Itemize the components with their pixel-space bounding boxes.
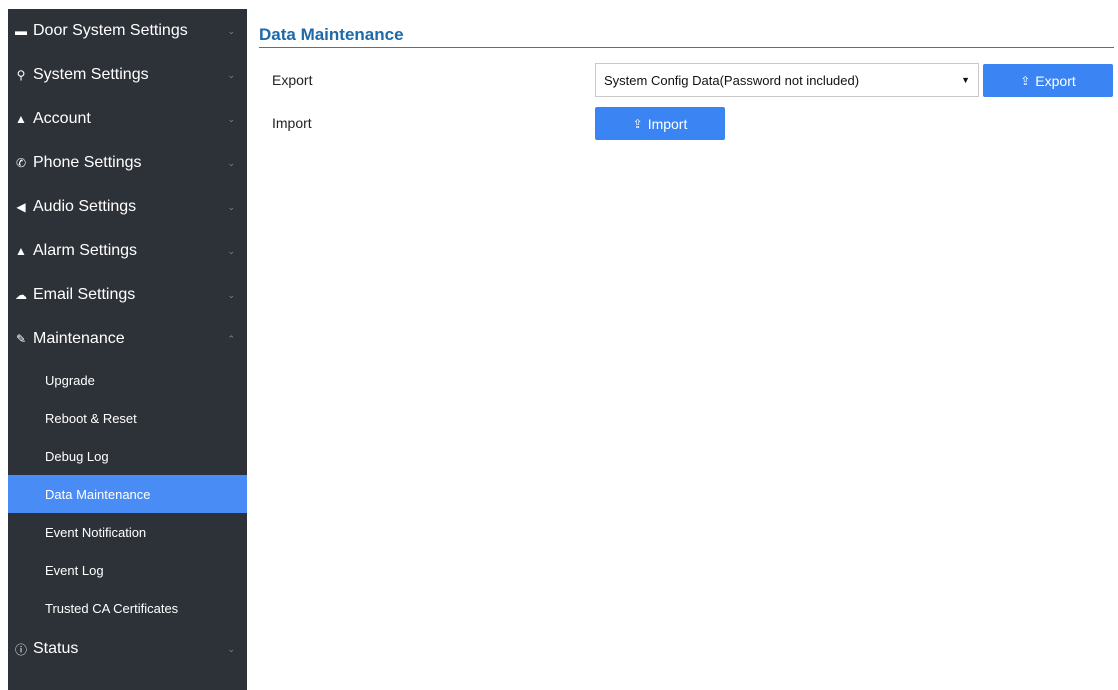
sidebar-item-door-system-settings[interactable]: ▬ Door System Settings ⌄ bbox=[8, 9, 247, 53]
key-icon: ⚲ bbox=[16, 68, 26, 82]
chevron-down-icon: ⌄ bbox=[227, 113, 235, 124]
main-content: Data Maintenance Export System Config Da… bbox=[259, 0, 1118, 690]
card-icon: ▬ bbox=[15, 24, 27, 38]
sidebar-item-phone-settings[interactable]: ✆ Phone Settings ⌄ bbox=[8, 141, 247, 185]
sidebar-subitem-trusted-ca-certificates[interactable]: Trusted CA Certificates bbox=[8, 589, 247, 627]
import-button[interactable]: ⇪ Import bbox=[595, 107, 725, 140]
chevron-down-icon: ⌄ bbox=[227, 69, 235, 80]
chevron-down-icon: ⌄ bbox=[227, 245, 235, 256]
import-label: Import bbox=[272, 115, 312, 131]
sidebar-item-maintenance[interactable]: ✎ Maintenance ⌃ bbox=[8, 317, 247, 361]
export-label: Export bbox=[272, 72, 313, 88]
chevron-down-icon: ⌄ bbox=[227, 201, 235, 212]
import-button-label: Import bbox=[647, 115, 688, 132]
title-divider bbox=[259, 47, 1114, 48]
export-button-label: Export bbox=[1035, 72, 1076, 89]
page-title: Data Maintenance bbox=[259, 25, 404, 44]
chevron-down-icon: ⌄ bbox=[227, 157, 235, 168]
speaker-icon: ◀ bbox=[16, 200, 26, 214]
dropdown-caret-icon: ▼ bbox=[961, 75, 970, 85]
sidebar-subitem-debug-log[interactable]: Debug Log bbox=[8, 437, 247, 475]
cloud-icon: ☁ bbox=[15, 288, 27, 302]
sidebar-item-label: Email Settings bbox=[33, 286, 136, 303]
chevron-down-icon: ⌄ bbox=[227, 643, 235, 654]
sidebar-item-label: Audio Settings bbox=[33, 198, 137, 215]
sidebar-subitem-event-log[interactable]: Event Log bbox=[8, 551, 247, 589]
sidebar-item-status[interactable]: ⓘ Status ⌄ bbox=[8, 627, 247, 671]
sidebar-item-label: Door System Settings bbox=[33, 22, 188, 39]
user-icon: ▲ bbox=[15, 112, 27, 126]
sidebar-item-email-settings[interactable]: ☁ Email Settings ⌄ bbox=[8, 273, 247, 317]
sidebar-subitem-upgrade[interactable]: Upgrade bbox=[8, 361, 247, 399]
sidebar: ▬ Door System Settings ⌄ ⚲ System Settin… bbox=[8, 9, 247, 690]
sidebar-subitem-data-maintenance[interactable]: Data Maintenance bbox=[8, 475, 247, 513]
chevron-down-icon: ⌄ bbox=[227, 25, 235, 36]
sidebar-item-account[interactable]: ▲ Account ⌄ bbox=[8, 97, 247, 141]
phone-icon: ✆ bbox=[15, 156, 27, 170]
sidebar-subitem-reboot-reset[interactable]: Reboot & Reset bbox=[8, 399, 247, 437]
export-select-value: System Config Data(Password not included… bbox=[604, 72, 860, 88]
wrench-icon: ✎ bbox=[15, 332, 27, 346]
sidebar-item-label: Status bbox=[33, 640, 79, 657]
export-button[interactable]: ⇪ Export bbox=[983, 64, 1113, 97]
sidebar-item-label: Maintenance bbox=[33, 330, 125, 347]
sidebar-item-system-settings[interactable]: ⚲ System Settings ⌄ bbox=[8, 53, 247, 97]
import-icon: ⇪ bbox=[632, 116, 643, 131]
sidebar-item-label: Account bbox=[33, 110, 91, 127]
sidebar-item-alarm-settings[interactable]: ▲ Alarm Settings ⌄ bbox=[8, 229, 247, 273]
sidebar-item-label: Alarm Settings bbox=[33, 242, 138, 259]
export-icon: ⇪ bbox=[1020, 73, 1031, 88]
sidebar-item-label: Phone Settings bbox=[33, 154, 142, 171]
sidebar-subitem-event-notification[interactable]: Event Notification bbox=[8, 513, 247, 551]
sidebar-item-audio-settings[interactable]: ◀ Audio Settings ⌄ bbox=[8, 185, 247, 229]
chevron-down-icon: ⌄ bbox=[227, 289, 235, 300]
chevron-up-icon: ⌃ bbox=[227, 333, 235, 344]
export-type-select[interactable]: System Config Data(Password not included… bbox=[595, 63, 979, 97]
info-icon: ⓘ bbox=[14, 642, 27, 657]
sidebar-item-label: System Settings bbox=[33, 66, 149, 83]
bell-icon: ▲ bbox=[15, 244, 27, 258]
